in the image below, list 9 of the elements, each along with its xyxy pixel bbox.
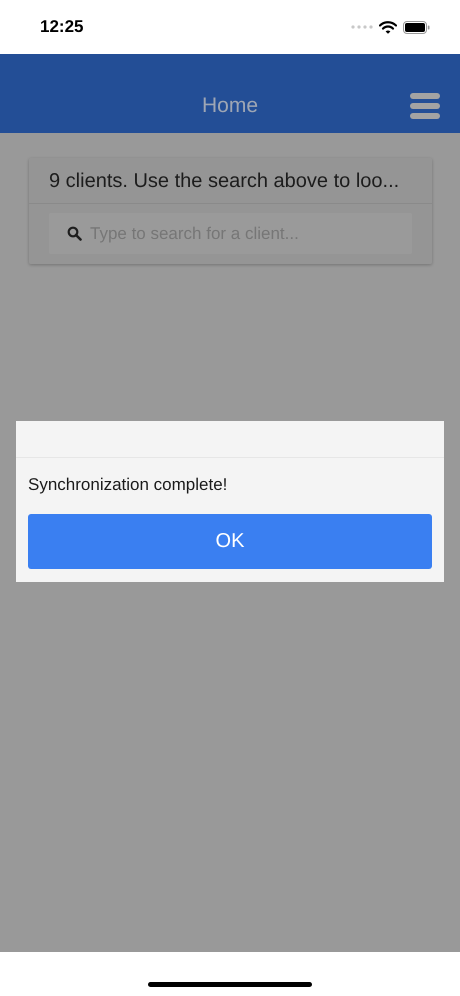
status-time: 12:25 xyxy=(40,16,84,36)
ok-button[interactable]: OK xyxy=(28,514,432,569)
header-title: Home xyxy=(202,94,258,118)
menu-icon[interactable] xyxy=(410,93,440,119)
battery-icon xyxy=(403,20,430,34)
dialog-message: Synchronization complete! xyxy=(27,474,228,496)
clients-summary: 9 clients. Use the search above to loo... xyxy=(29,158,432,204)
signal-icon xyxy=(351,25,373,29)
wifi-icon xyxy=(379,20,397,34)
